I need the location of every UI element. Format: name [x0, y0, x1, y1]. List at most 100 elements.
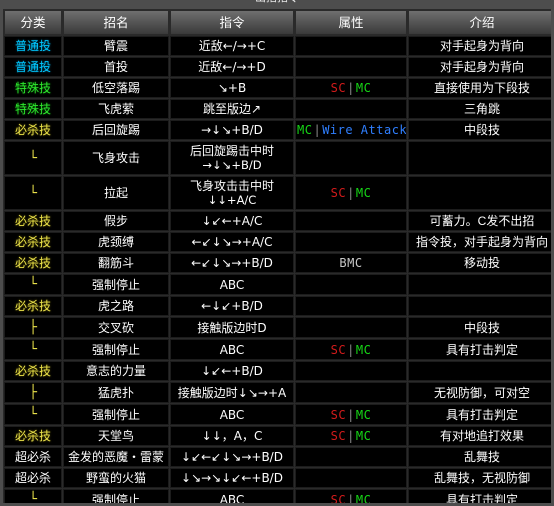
move-category: 特殊技 [4, 78, 62, 98]
table-row[interactable]: └ 强制停止 ABC SC|MC 具有打击判定 [4, 489, 551, 506]
table-row[interactable]: 特殊技 低空落踢 ↘+B SC|MC 直接使用为下段技 [4, 78, 551, 98]
move-category: 必杀技 [4, 232, 62, 252]
attribute-separator: | [347, 492, 355, 506]
move-attributes: SC|MC [295, 176, 407, 210]
move-category-label: 必杀技 [14, 256, 51, 270]
move-category-label: 必杀技 [14, 364, 51, 378]
move-command: ↘+B [170, 78, 294, 98]
move-category: └ [4, 404, 62, 425]
move-category: 普通投 [4, 36, 62, 56]
table-row[interactable]: └ 强制停止 ABC SC|MC 具有打击判定 [4, 404, 551, 425]
move-category: └ [4, 339, 62, 360]
move-category: 必杀技 [4, 296, 62, 316]
table-row[interactable]: └ 拉起 飞身攻击击中时 ↓↓+A/C SC|MC [4, 176, 551, 210]
move-attributes: SC|MC [295, 78, 407, 98]
move-name: 野蛮的火猫 [63, 468, 169, 488]
move-category-label: 必杀技 [14, 123, 51, 137]
table-row[interactable]: 特殊技 飞虎萦 跳至版边↗ 三角跳 [4, 99, 551, 119]
table-row[interactable]: └ 强制停止 ABC SC|MC 具有打击判定 [4, 339, 551, 360]
table-row[interactable]: ├ 交叉砍 接触版边时D 中段技 [4, 317, 551, 338]
move-command: ↓↙←+A/C [170, 211, 294, 231]
table-row[interactable]: 必杀技 假步 ↓↙←+A/C 可蓄力。C发不出招 [4, 211, 551, 231]
move-attributes [295, 36, 407, 56]
table-row[interactable]: 必杀技 天堂鸟 ↓↓，A，C SC|MC 有对地追打效果 [4, 426, 551, 446]
table-row[interactable]: 必杀技 虎之路 ←↓↙+B/D [4, 296, 551, 316]
move-category-label: 必杀技 [14, 429, 51, 443]
table-row[interactable]: 普通投 臂震 近敌←/→+C 对手起身为背向 [4, 36, 551, 56]
attribute-separator: | [347, 342, 355, 357]
attribute-tag: MC [355, 429, 372, 443]
move-command: ↓↙←↙↓↘→+B/D [170, 447, 294, 467]
move-description [408, 361, 551, 381]
move-category: 必杀技 [4, 361, 62, 381]
move-category: 超必杀 [4, 447, 62, 467]
table-row[interactable]: 超必杀 野蛮的火猫 ↓↘→↘↓↙←+B/D 乱舞技，无视防御 [4, 468, 551, 488]
move-category-label: 特殊技 [14, 102, 51, 116]
move-attributes [295, 99, 407, 119]
move-attributes [295, 232, 407, 252]
move-command: 后回旋踢击中时 →↓↘+B/D [170, 141, 294, 175]
table-row[interactable]: └ 强制停止 ABC [4, 274, 551, 295]
move-attributes: SC|MC [295, 426, 407, 446]
move-category-label: └ [29, 277, 37, 292]
move-name: 后回旋踢 [63, 120, 169, 140]
attribute-tag: SC [330, 407, 347, 422]
move-attributes [295, 211, 407, 231]
move-category: └ [4, 176, 62, 210]
attribute-tag: MC [297, 123, 313, 137]
move-attributes: SC|MC [295, 404, 407, 425]
attribute-tag: MC [355, 492, 372, 506]
move-description: 直接使用为下段技 [408, 78, 551, 98]
move-name: 假步 [63, 211, 169, 231]
move-list-window: 出招指令 分类 招名 指令 属性 介绍 普通投臂震近敌←/→+C对手起身为背向普… [0, 0, 554, 506]
table-row[interactable]: └ 飞身攻击 后回旋踢击中时 →↓↘+B/D [4, 141, 551, 175]
move-table: 分类 招名 指令 属性 介绍 普通投 臂震 近敌←/→+C 对手起身为背向 普通投 首投近… [3, 9, 551, 506]
move-name: 天堂鸟 [63, 426, 169, 446]
move-command: ←↙↓↘→+A/C [170, 232, 294, 252]
table-row[interactable]: 超必杀 金发的恶魔・雷蒙 ↓↙←↙↓↘→+B/D 乱舞技 [4, 447, 551, 467]
move-command: 近敌←/→+D [170, 57, 294, 77]
table-row[interactable]: 普通投 首投 近敌←/→+D 对手起身为背向 [4, 57, 551, 77]
move-command: ABC [170, 274, 294, 295]
move-attributes: SC|MC [295, 489, 407, 506]
move-category-label: 普通投 [14, 39, 51, 53]
attribute-separator: | [347, 186, 355, 200]
move-command-condition: 飞身攻击击中时 [189, 179, 274, 193]
table-row[interactable]: 必杀技 虎颈缚 ←↙↓↘→+A/C 指令投，对手起身为背向 [4, 232, 551, 252]
move-description: 可蓄力。C发不出招 [408, 211, 551, 231]
move-name: 臂震 [63, 36, 169, 56]
move-category-label: └ [29, 342, 37, 357]
move-category-label: 必杀技 [14, 214, 51, 228]
attribute-tag: MC [355, 407, 372, 422]
move-category-label: 普通投 [14, 60, 51, 74]
table-row[interactable]: 必杀技后回旋踢→↓↘+B/DMC|Wire Attack|BMC中段技 [4, 120, 551, 140]
attribute-tag: SC [330, 429, 347, 443]
move-command-input: →↓↘+B/D [202, 158, 262, 172]
move-attributes [295, 317, 407, 338]
attribute-tag: Wire Attack [322, 123, 407, 137]
move-command: 接触版边时↓↘→+A [170, 382, 294, 403]
move-attributes: BMC [295, 253, 407, 273]
move-description: 具有打击判定 [408, 339, 551, 360]
move-description: 三角跳 [408, 99, 551, 119]
move-command: 飞身攻击击中时 ↓↓+A/C [170, 176, 294, 210]
table-row[interactable]: ├ 猛虎扑 接触版边时↓↘→+A 无视防御，可对空 [4, 382, 551, 403]
move-command-input: ↓↓+A/C [207, 193, 257, 207]
table-row[interactable]: 必杀技 翻筋斗 ←↙↓↘→+B/D BMC 移动投 [4, 253, 551, 273]
move-description: 中段技 [408, 317, 551, 338]
move-description [408, 176, 551, 210]
table-row[interactable]: 必杀技 意志的力量 ↓↙←+B/D [4, 361, 551, 381]
move-attributes [295, 468, 407, 488]
attribute-separator: | [347, 81, 355, 95]
move-attributes [295, 382, 407, 403]
move-description [408, 296, 551, 316]
move-category-label: 必杀技 [14, 299, 51, 313]
column-header-attribute: 属性 [295, 10, 407, 35]
move-category: 超必杀 [4, 468, 62, 488]
move-description: 指令投，对手起身为背向 [408, 232, 551, 252]
move-category: 必杀技 [4, 120, 62, 140]
window-title: 出招指令 [0, 0, 554, 4]
attribute-separator: | [347, 407, 355, 422]
attribute-tag: MC [355, 186, 372, 200]
move-category-label: ├ [29, 385, 37, 400]
